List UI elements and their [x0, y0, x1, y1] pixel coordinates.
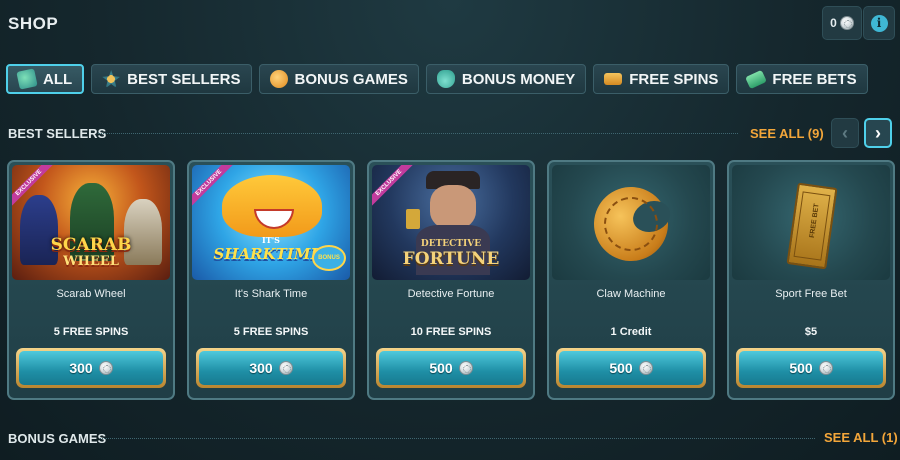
- tab-label: FREE BETS: [772, 70, 857, 88]
- category-tabs: ALL BEST SELLERS BONUS GAMES BONUS MONEY…: [6, 64, 868, 96]
- coin-icon: [278, 361, 293, 375]
- money-bag-icon: [436, 70, 455, 88]
- product-card[interactable]: Claw Machine 1 Credit 500: [547, 160, 715, 400]
- section-title: BEST SELLERS: [8, 125, 107, 141]
- tab-label: BEST SELLERS: [127, 70, 241, 88]
- section-divider: [98, 133, 738, 134]
- buy-button[interactable]: 500: [556, 348, 706, 388]
- tab-free-bets[interactable]: FREE BETS: [736, 64, 868, 94]
- buy-button[interactable]: 500: [376, 348, 526, 388]
- buy-button[interactable]: 300: [196, 348, 346, 388]
- ticket-icon: [604, 73, 623, 85]
- price-value: 500: [789, 360, 813, 376]
- card-reward: 1 Credit: [610, 326, 652, 338]
- free-bet-ticket-icon: FREE BET: [786, 182, 838, 270]
- coin-icon: [839, 16, 854, 30]
- prev-button[interactable]: ‹: [831, 118, 859, 148]
- product-card[interactable]: FREE BET Sport Free Bet $5 500: [727, 160, 895, 400]
- see-all-bonus-games-link[interactable]: SEE ALL (1): [824, 430, 898, 445]
- card-name: Claw Machine: [596, 288, 666, 300]
- coin-balance[interactable]: 0: [822, 6, 862, 40]
- product-card[interactable]: IT'S SHARKTIME! BONUS EXCLUSIVE It's Sha…: [187, 160, 355, 400]
- page-title: SHOP: [8, 14, 59, 33]
- bet-ticket-icon: [745, 69, 768, 89]
- detective-fortune-artwork: DETECTIVE FORTUNE EXCLUSIVE: [372, 165, 530, 280]
- card-name: Scarab Wheel: [56, 288, 126, 300]
- bonus-games-icon: [269, 70, 288, 88]
- section-divider: [100, 438, 815, 439]
- buy-button[interactable]: 500: [736, 348, 886, 388]
- card-reward: 5 FREE SPINS: [53, 326, 129, 338]
- product-card[interactable]: DETECTIVE FORTUNE EXCLUSIVE Detective Fo…: [367, 160, 535, 400]
- card-reward: 10 FREE SPINS: [410, 326, 492, 338]
- art-title-line: IT'S: [262, 235, 280, 245]
- art-title-line: WHEEL: [63, 254, 119, 269]
- next-button[interactable]: ›: [864, 118, 892, 148]
- star-badge-icon: [102, 70, 121, 88]
- tab-best-sellers[interactable]: BEST SELLERS: [91, 64, 252, 94]
- tab-free-spins[interactable]: FREE SPINS: [593, 64, 730, 94]
- info-icon: i: [870, 14, 888, 32]
- see-all-best-sellers-link[interactable]: SEE ALL (9): [750, 126, 824, 141]
- gem-cards-icon: [16, 68, 38, 90]
- chevron-left-icon: ‹: [842, 122, 848, 143]
- card-name: Sport Free Bet: [775, 288, 847, 300]
- exclusive-badge: EXCLUSIVE: [372, 165, 417, 211]
- card-reward: $5: [804, 326, 818, 338]
- section-header-bonus-games: BONUS GAMES: [8, 430, 106, 446]
- section-header-best-sellers: BEST SELLERS: [8, 125, 106, 141]
- art-title-line: FORTUNE: [402, 249, 500, 269]
- card-name: It's Shark Time: [234, 288, 308, 300]
- best-sellers-carousel: SCARAB WHEEL EXCLUSIVE Scarab Wheel 5 FR…: [7, 160, 895, 400]
- info-button[interactable]: i: [863, 6, 895, 40]
- art-title-line: DETECTIVE: [420, 239, 482, 249]
- sport-free-bet-artwork: FREE BET: [732, 165, 890, 280]
- tab-bonus-games[interactable]: BONUS GAMES: [258, 64, 419, 94]
- coin-icon: [818, 361, 833, 375]
- card-name: Detective Fortune: [407, 288, 495, 300]
- claw-machine-artwork: [552, 165, 710, 280]
- price-value: 300: [69, 360, 93, 376]
- price-value: 500: [609, 360, 633, 376]
- balance-value: 0: [830, 16, 837, 30]
- section-title: BONUS GAMES: [8, 430, 107, 446]
- coin-icon: [638, 361, 653, 375]
- tab-label: BONUS MONEY: [461, 70, 576, 88]
- shark-time-artwork: IT'S SHARKTIME! BONUS EXCLUSIVE: [192, 165, 350, 280]
- price-value: 300: [249, 360, 273, 376]
- scarab-wheel-artwork: SCARAB WHEEL EXCLUSIVE: [12, 165, 170, 280]
- art-title-line: SCARAB: [50, 235, 132, 255]
- tab-label: BONUS GAMES: [294, 70, 408, 88]
- buy-button[interactable]: 300: [16, 348, 166, 388]
- coin-icon: [98, 361, 113, 375]
- tab-all[interactable]: ALL: [6, 64, 85, 94]
- card-reward: 5 FREE SPINS: [233, 326, 309, 338]
- tab-bonus-money[interactable]: BONUS MONEY: [425, 64, 587, 94]
- price-value: 500: [429, 360, 453, 376]
- bonus-art-label: BONUS: [318, 255, 340, 261]
- claw-coin-icon: [583, 176, 679, 272]
- shop-header: SHOP 0 i: [0, 0, 900, 46]
- coin-icon: [458, 361, 473, 375]
- tab-label: FREE SPINS: [629, 70, 719, 88]
- chevron-right-icon: ›: [875, 122, 881, 143]
- product-card[interactable]: SCARAB WHEEL EXCLUSIVE Scarab Wheel 5 FR…: [7, 160, 175, 400]
- tab-label: ALL: [43, 70, 73, 88]
